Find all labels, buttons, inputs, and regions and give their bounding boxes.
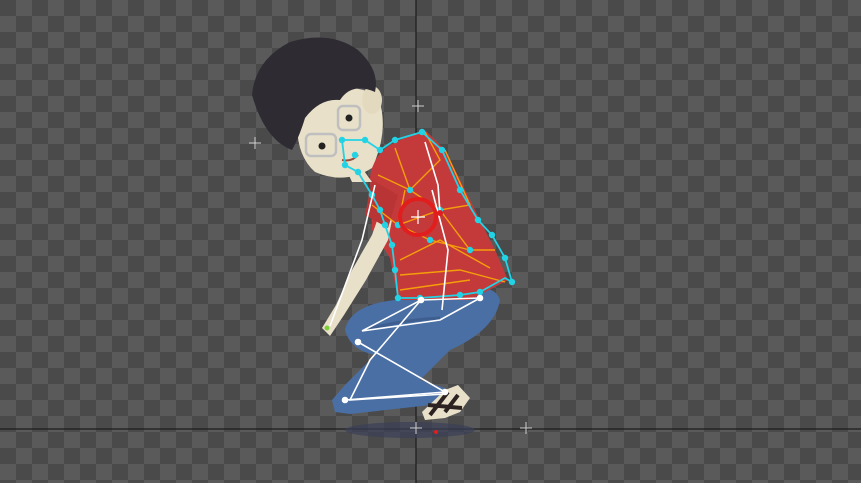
ground-shadow	[345, 422, 475, 438]
origin-dot	[434, 430, 438, 434]
mesh-vertex[interactable]	[406, 186, 414, 194]
bone-joint[interactable]	[341, 396, 349, 404]
canvas-viewport[interactable]	[0, 0, 861, 483]
stage[interactable]	[0, 0, 861, 483]
pin-marker[interactable]	[520, 422, 532, 434]
mesh-vertex[interactable]	[466, 246, 474, 254]
mesh-vertex[interactable]	[418, 128, 426, 136]
mesh-vertex[interactable]	[338, 136, 346, 144]
mesh-vertex[interactable]	[488, 231, 496, 239]
mesh-vertex[interactable]	[391, 136, 399, 144]
mesh-vertex[interactable]	[351, 151, 359, 159]
bone-joint[interactable]	[354, 338, 362, 346]
mesh-vertex[interactable]	[381, 221, 389, 229]
mesh-vertex[interactable]	[391, 266, 399, 274]
mesh-vertex[interactable]	[508, 278, 516, 286]
character[interactable]	[252, 37, 508, 421]
mesh-vertex[interactable]	[476, 288, 484, 296]
mesh-vertex[interactable]	[361, 136, 369, 144]
mesh-vertex[interactable]	[341, 161, 349, 169]
mesh-vertex[interactable]	[426, 236, 434, 244]
mesh-vertex[interactable]	[501, 254, 509, 262]
bone-joint[interactable]	[417, 296, 425, 304]
mesh-vertex[interactable]	[354, 168, 362, 176]
hand-anchor-dot[interactable]	[324, 325, 330, 331]
mesh-vertex[interactable]	[474, 216, 482, 224]
mesh-vertex[interactable]	[438, 146, 446, 154]
mesh-vertex[interactable]	[456, 186, 464, 194]
selection-handle-dot[interactable]	[437, 210, 443, 216]
mesh-vertex[interactable]	[388, 241, 396, 249]
pin-marker[interactable]	[249, 137, 261, 149]
bone-joint[interactable]	[441, 388, 449, 396]
right-eye	[345, 114, 353, 122]
mesh-vertex[interactable]	[376, 146, 384, 154]
mesh-vertex[interactable]	[376, 206, 384, 214]
bone-joint[interactable]	[476, 294, 484, 302]
left-eye	[318, 142, 326, 150]
mesh-vertex[interactable]	[394, 294, 402, 302]
pin-marker[interactable]	[412, 100, 424, 112]
mesh-vertex[interactable]	[456, 291, 464, 299]
